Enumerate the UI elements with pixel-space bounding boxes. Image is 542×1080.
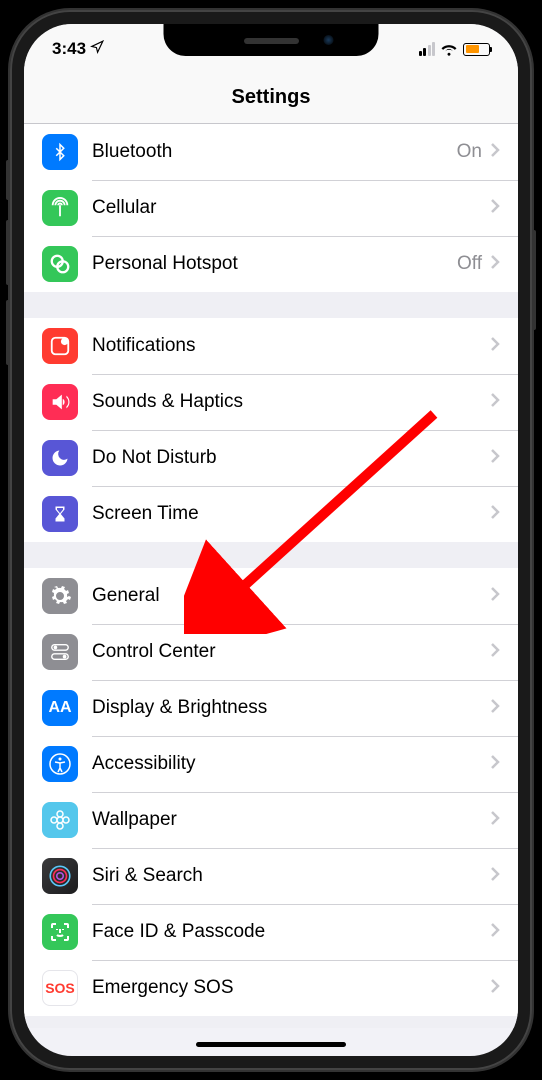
volume-up-button [6,220,10,285]
row-label: Bluetooth [92,141,457,163]
row-label: General [92,585,490,607]
row-label: Emergency SOS [92,977,490,999]
row-label: Face ID & Passcode [92,921,490,943]
row-controlcenter[interactable]: Control Center [24,624,518,680]
chevron-right-icon [490,866,500,887]
chevron-right-icon [490,586,500,607]
gear-icon [42,578,78,614]
antenna-icon [42,190,78,226]
home-indicator[interactable] [196,1042,346,1047]
row-bluetooth[interactable]: Bluetooth On [24,124,518,180]
row-label: Siri & Search [92,865,490,887]
aa-icon: AA [42,690,78,726]
row-sos[interactable]: SOS Emergency SOS [24,960,518,1016]
moon-icon [42,440,78,476]
faceid-icon [42,914,78,950]
status-left: 3:43 [52,39,104,59]
row-label: Screen Time [92,503,490,525]
settings-section-notifications: Notifications Sounds & Haptics Do Not Di… [24,318,518,542]
chevron-right-icon [490,810,500,831]
row-wallpaper[interactable]: Wallpaper [24,792,518,848]
row-screentime[interactable]: Screen Time [24,486,518,542]
chevron-right-icon [490,198,500,219]
sos-icon: SOS [42,970,78,1006]
row-label: Sounds & Haptics [92,391,490,413]
power-button [532,230,536,330]
mute-switch [6,160,10,200]
row-faceid[interactable]: Face ID & Passcode [24,904,518,960]
hourglass-icon [42,496,78,532]
settings-section-general: General Control Center AA Display & Brig… [24,568,518,1016]
row-display[interactable]: AA Display & Brightness [24,680,518,736]
settings-list[interactable]: Bluetooth On Cellular Personal Hotspot [24,124,518,1028]
bluetooth-icon [42,134,78,170]
chevron-right-icon [490,392,500,413]
row-dnd[interactable]: Do Not Disturb [24,430,518,486]
row-label: Display & Brightness [92,697,490,719]
row-label: Cellular [92,197,490,219]
header: Settings [24,74,518,124]
row-label: Wallpaper [92,809,490,831]
screen: 3:43 Settings [24,24,518,1056]
notification-badge-icon [42,328,78,364]
row-sounds[interactable]: Sounds & Haptics [24,374,518,430]
status-time: 3:43 [52,39,86,59]
flower-icon [42,802,78,838]
row-siri[interactable]: Siri & Search [24,848,518,904]
chevron-right-icon [490,642,500,663]
row-hotspot[interactable]: Personal Hotspot Off [24,236,518,292]
row-notifications[interactable]: Notifications [24,318,518,374]
row-label: Accessibility [92,753,490,775]
row-cellular[interactable]: Cellular [24,180,518,236]
chevron-right-icon [490,336,500,357]
row-label: Personal Hotspot [92,253,457,275]
cellular-signal-icon [419,42,436,56]
siri-icon [42,858,78,894]
row-value: Off [457,253,482,275]
link-icon [42,246,78,282]
volume-down-button [6,300,10,365]
notch [164,24,379,56]
battery-icon [463,43,490,56]
chevron-right-icon [490,254,500,275]
page-title: Settings [24,86,518,109]
chevron-right-icon [490,448,500,469]
chevron-right-icon [490,978,500,999]
switches-icon [42,634,78,670]
accessibility-icon [42,746,78,782]
row-general[interactable]: General [24,568,518,624]
location-arrow-icon [90,39,104,59]
row-label: Do Not Disturb [92,447,490,469]
speaker-icon [42,384,78,420]
row-accessibility[interactable]: Accessibility [24,736,518,792]
chevron-right-icon [490,922,500,943]
chevron-right-icon [490,754,500,775]
row-label: Control Center [92,641,490,663]
wifi-icon [440,42,458,56]
status-right [419,42,491,56]
chevron-right-icon [490,698,500,719]
phone-frame: 3:43 Settings [10,10,532,1070]
settings-section-connectivity: Bluetooth On Cellular Personal Hotspot [24,124,518,292]
row-label: Notifications [92,335,490,357]
row-value: On [457,141,482,163]
chevron-right-icon [490,504,500,525]
chevron-right-icon [490,142,500,163]
